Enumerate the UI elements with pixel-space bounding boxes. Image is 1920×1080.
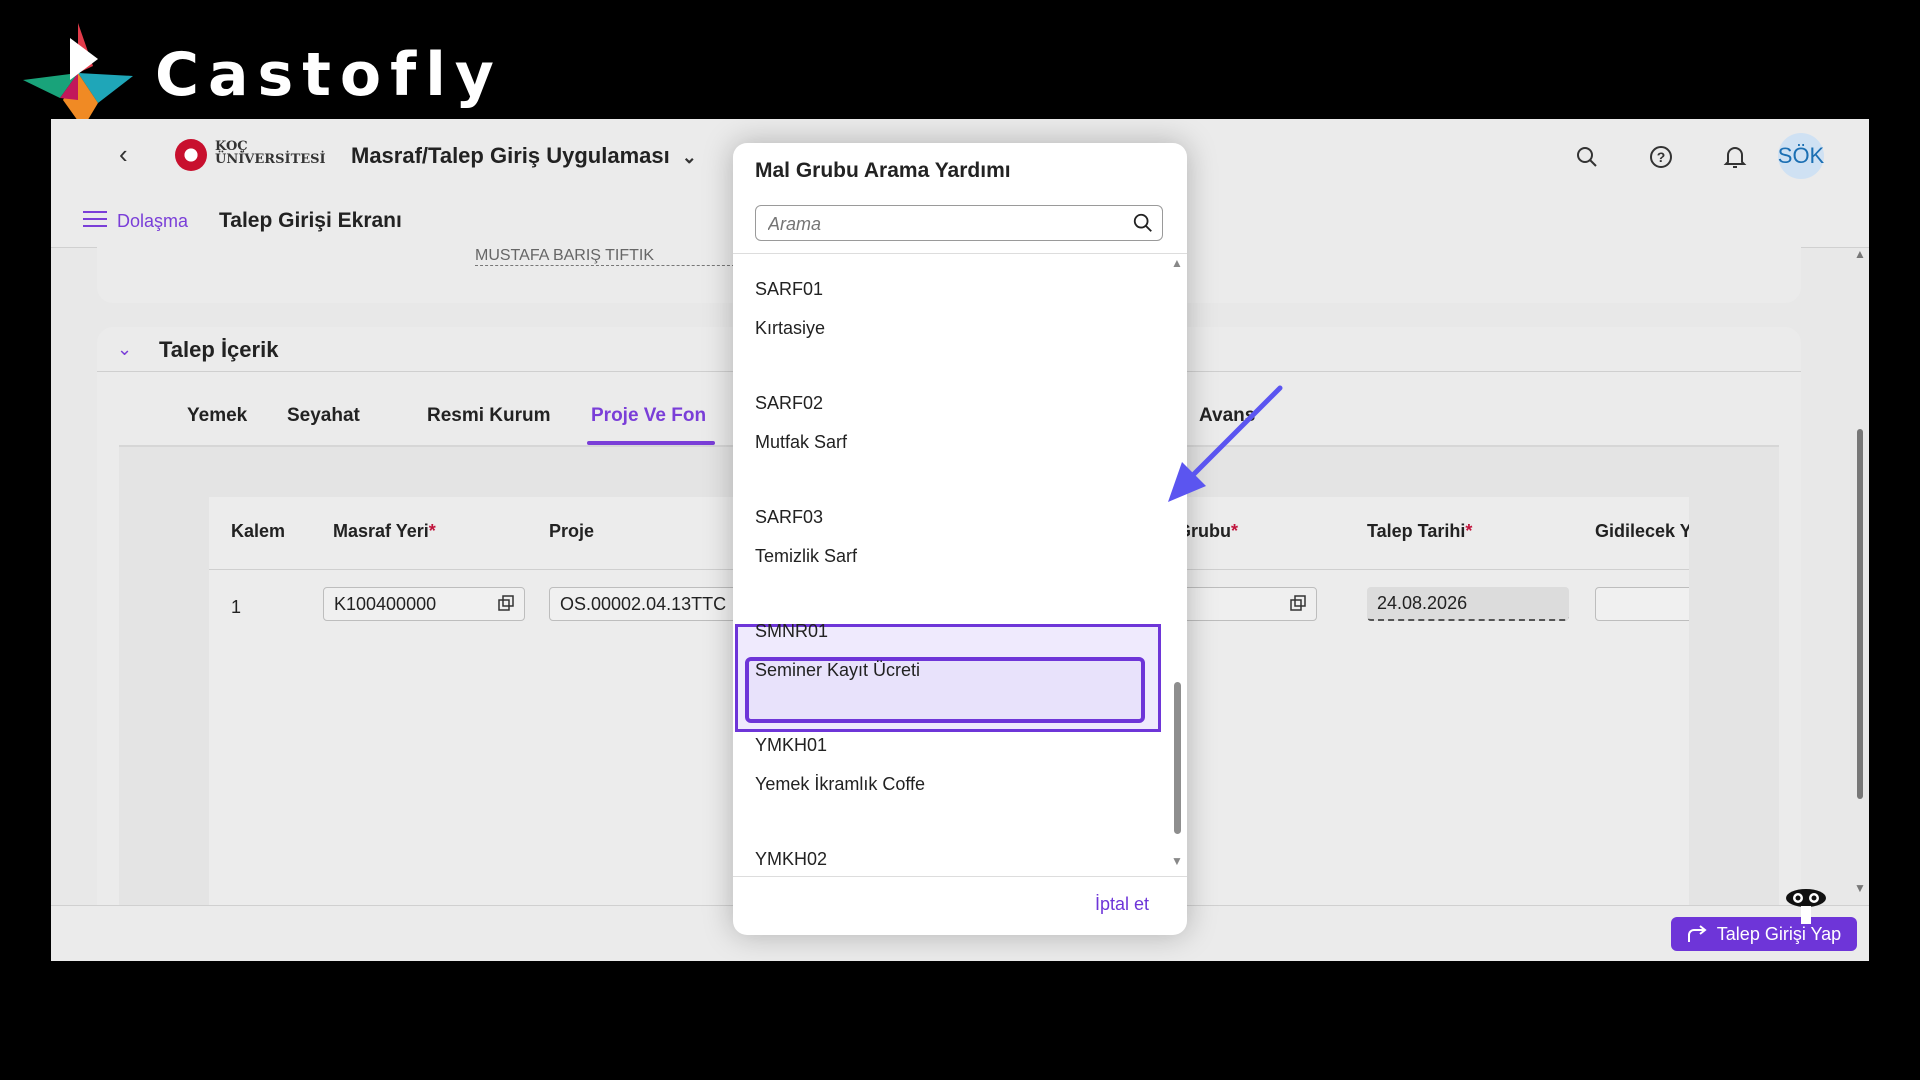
- navigation-link[interactable]: Dolaşma: [117, 211, 188, 232]
- search-icon[interactable]: [1132, 212, 1154, 234]
- list-item[interactable]: SARF01 Kırtasiye: [755, 279, 1155, 339]
- university-logo-icon: [175, 139, 207, 171]
- dialog-search-box[interactable]: [755, 205, 1163, 241]
- list-item-code: SARF02: [755, 393, 824, 413]
- masraf-yeri-value: K100400000: [334, 594, 437, 614]
- app-title-menu[interactable]: Masraf/Talep Giriş Uygulaması ⌄: [351, 143, 697, 169]
- column-header-masraf-yeri: Masraf Yeri*: [333, 521, 436, 541]
- list-item-code: YMKH02: [755, 849, 828, 869]
- list-item[interactable]: YMKH01 Yemek İkramlık Coffe: [755, 735, 1155, 795]
- talep-girisi-yap-label: Talep Girişi Yap: [1716, 923, 1842, 944]
- tab-yemek[interactable]: Yemek: [187, 405, 247, 427]
- robot-mascot-icon: [1786, 889, 1826, 924]
- collapse-chevron-icon[interactable]: ⌄: [117, 339, 132, 360]
- tab-proje-ve-fon[interactable]: Proje Ve Fon: [591, 405, 706, 427]
- gidilecek-input[interactable]: [1595, 587, 1689, 621]
- scroll-down-icon[interactable]: ▼: [1854, 881, 1866, 895]
- talep-tarihi-value: 24.08.2026: [1377, 593, 1468, 613]
- value-help-icon[interactable]: [1290, 595, 1306, 611]
- page-scrollbar-thumb[interactable]: [1857, 429, 1863, 799]
- row-kalem-value: 1: [231, 597, 242, 617]
- section-title: Talep İçerik: [159, 337, 279, 362]
- mal-grubu-search-dialog: Mal Grubu Arama Yardımı SARF01 Kırtasiye…: [733, 143, 1187, 935]
- list-item[interactable]: SMNR01 Seminer Kayıt Ücreti: [755, 621, 1155, 681]
- dialog-search-input[interactable]: [766, 213, 1110, 236]
- result-list: SARF01 Kırtasiye SARF02 Mutfak Sarf SARF…: [733, 253, 1187, 877]
- talep-tarihi-input[interactable]: 24.08.2026: [1367, 587, 1569, 621]
- help-icon[interactable]: ?: [1647, 143, 1675, 171]
- app-title: Masraf/Talep Giriş Uygulaması: [351, 143, 670, 168]
- user-avatar[interactable]: SÖK: [1778, 133, 1824, 179]
- list-item-desc: Seminer Kayıt Ücreti: [755, 660, 921, 680]
- svg-text:?: ?: [1657, 149, 1666, 165]
- bell-icon[interactable]: [1721, 143, 1749, 171]
- castofly-logo: [18, 18, 138, 128]
- castofly-logo-icon: [23, 23, 133, 128]
- logo-text-line2: ÜNİVERSİTESİ: [215, 152, 326, 167]
- column-header-gidilecek: Gidilecek Y: [1595, 521, 1689, 541]
- list-item-desc: Kırtasiye: [755, 318, 826, 338]
- talep-girisi-yap-button[interactable]: Talep Girişi Yap: [1671, 917, 1857, 951]
- cancel-button[interactable]: İptal et: [1095, 894, 1149, 915]
- column-header-kalem: Kalem: [231, 521, 286, 541]
- masraf-yeri-input[interactable]: K100400000: [323, 587, 525, 621]
- list-item-code: SARF03: [755, 507, 824, 527]
- dialog-title: Mal Grubu Arama Yardımı: [755, 159, 1011, 182]
- tab-resmi-kurum[interactable]: Resmi Kurum: [427, 405, 551, 427]
- list-item-highlighted[interactable]: SARF03 Temizlik Sarf: [755, 507, 1155, 567]
- chevron-down-icon: ⌄: [681, 147, 697, 167]
- list-item-code: YMKH01: [755, 735, 828, 755]
- screen-title: Talep Girişi Ekranı: [219, 209, 402, 232]
- annotation-arrow-icon: [1168, 385, 1283, 502]
- list-item[interactable]: YMKH02: [755, 849, 1155, 870]
- share-forward-icon: [1687, 925, 1707, 942]
- back-button[interactable]: ‹: [119, 139, 128, 170]
- list-item[interactable]: SARF02 Mutfak Sarf: [755, 393, 1155, 453]
- university-logo-text: KOÇ ÜNİVERSİTESİ: [215, 140, 326, 166]
- column-header-proje: Proje: [549, 521, 595, 541]
- list-scrollbar-thumb[interactable]: [1174, 682, 1181, 834]
- hamburger-menu-icon[interactable]: [83, 209, 107, 235]
- page-scrollbar[interactable]: ▲ ▼: [1853, 247, 1867, 897]
- column-header-talep-tarihi: Talep Tarihi*: [1367, 521, 1473, 541]
- value-help-icon[interactable]: [498, 595, 514, 611]
- scroll-up-icon[interactable]: ▲: [1171, 256, 1183, 270]
- list-item-code: SARF01: [755, 279, 824, 299]
- list-scrollbar[interactable]: ▲ ▼: [1170, 254, 1184, 874]
- list-item-code: SMNR01: [755, 621, 829, 641]
- list-item-desc: Yemek İkramlık Coffe: [755, 774, 926, 794]
- list-item-desc: Temizlik Sarf: [755, 546, 858, 566]
- search-icon[interactable]: [1573, 143, 1601, 171]
- brand-name: Castofly: [155, 40, 503, 110]
- scroll-up-icon[interactable]: ▲: [1854, 247, 1866, 261]
- active-tab-indicator: [587, 441, 715, 445]
- scroll-down-icon[interactable]: ▼: [1171, 854, 1183, 868]
- list-item-desc: Mutfak Sarf: [755, 432, 848, 452]
- proje-value: OS.00002.04.13TTC: [560, 594, 727, 614]
- header-field-value: MUSTAFA BARIŞ TIFTIK: [475, 247, 735, 266]
- tab-seyahat[interactable]: Seyahat: [287, 405, 360, 427]
